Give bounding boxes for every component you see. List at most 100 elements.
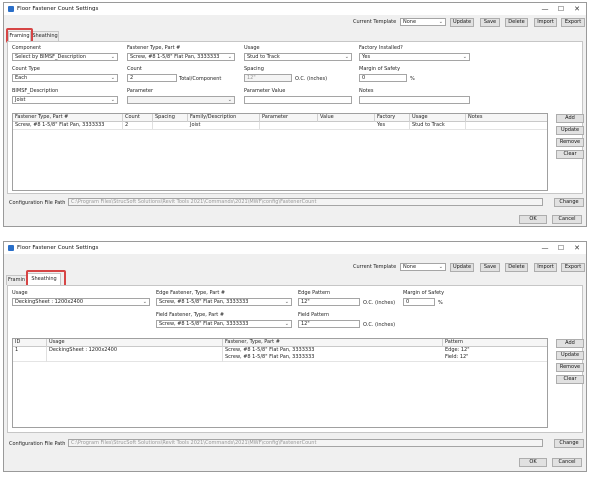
cell-usage: DeckingSheet : 1200x2400 (47, 347, 223, 362)
chevron-down-icon: ⌄ (110, 97, 115, 103)
update-template-button[interactable]: Update (450, 18, 474, 27)
minimize-icon[interactable]: — (538, 243, 552, 253)
field-fastener-value: Screw, #8 1-5/8" Flat Pan, 3333333 (159, 321, 249, 327)
current-template-label: Current Template (353, 19, 397, 25)
minimize-icon[interactable]: — (538, 4, 552, 14)
factory-installed-select[interactable]: Yes ⌄ (359, 53, 470, 61)
chevron-down-icon: ⌄ (438, 264, 443, 270)
template-select[interactable]: None ⌄ (400, 263, 446, 271)
bimsf-description-label: BIMSF_Description (12, 88, 59, 94)
maximize-icon[interactable]: ☐ (554, 4, 568, 14)
col-family-description[interactable]: Family/Description (188, 114, 260, 122)
export-button[interactable]: Export (561, 263, 585, 272)
usage-label: Usage (244, 45, 260, 51)
parameter-label: Parameter (127, 88, 154, 94)
factory-installed-value: Yes (362, 54, 371, 60)
ok-button[interactable]: OK (519, 458, 547, 467)
save-template-button[interactable]: Save (480, 18, 500, 27)
add-row-button[interactable]: Add (556, 114, 584, 123)
import-button[interactable]: Import (534, 263, 557, 272)
export-button[interactable]: Export (561, 18, 585, 27)
sheathing-fastener-grid[interactable]: ID Usage Fastener, Type, Part # Pattern … (12, 338, 548, 428)
cancel-button[interactable]: Cancel (552, 215, 582, 224)
count-type-select[interactable]: Each ⌄ (12, 74, 118, 82)
change-path-button[interactable]: Change (554, 198, 584, 207)
title-bar: Floor Fastener Count Settings — ☐ ✕ (4, 242, 586, 254)
margin-of-safety-input[interactable]: 0 (359, 74, 407, 82)
config-path-input[interactable]: C:\Program Files\StrucSoft Solutions\Rev… (68, 439, 543, 447)
parameter-value-input[interactable] (244, 96, 352, 104)
col-id[interactable]: ID (13, 339, 47, 347)
bimsf-description-value: Joist (15, 97, 26, 103)
ok-button[interactable]: OK (519, 215, 547, 224)
col-value[interactable]: Value (318, 114, 375, 122)
remove-row-button[interactable]: Remove (556, 138, 584, 147)
table-row[interactable]: 1 DeckingSheet : 1200x2400 Screw, #8 1-5… (13, 347, 547, 362)
cancel-button[interactable]: Cancel (552, 458, 582, 467)
bimsf-description-select[interactable]: Joist ⌄ (12, 96, 118, 104)
margin-of-safety-input[interactable]: 0 (403, 298, 435, 306)
field-pattern-input[interactable]: 12" (298, 320, 360, 328)
title-bar: Floor Fastener Count Settings — ☐ ✕ (4, 3, 586, 15)
cell-factory: Yes (375, 122, 410, 129)
col-usage[interactable]: Usage (47, 339, 223, 347)
notes-input[interactable] (359, 96, 470, 104)
count-input[interactable]: 2 (127, 74, 177, 82)
parameter-select[interactable]: ⌄ (127, 96, 235, 104)
tab-framing[interactable]: Framin (6, 275, 27, 285)
component-select[interactable]: Select by BIMSF_Description ⌄ (12, 53, 118, 61)
maximize-icon[interactable]: ☐ (554, 243, 568, 253)
chevron-down-icon: ⌄ (110, 54, 115, 60)
framing-fastener-grid[interactable]: Fastener Type, Part # Count Spacing Fami… (12, 113, 548, 191)
edge-fastener-select[interactable]: Screw, #8 1-5/8" Flat Pan, 3333333 ⌄ (156, 298, 292, 306)
col-pattern[interactable]: Pattern (443, 339, 549, 347)
field-fastener-select[interactable]: Screw, #8 1-5/8" Flat Pan, 3333333 ⌄ (156, 320, 292, 328)
tab-sheathing[interactable]: Sheathing (31, 31, 59, 41)
remove-row-button[interactable]: Remove (556, 363, 584, 372)
config-path-label: Configuration File Path (9, 441, 66, 447)
close-icon[interactable]: ✕ (570, 4, 584, 14)
chevron-down-icon: ⌄ (284, 321, 289, 327)
col-count[interactable]: Count (123, 114, 153, 122)
table-row[interactable]: Screw, #8 1-5/8" Flat Pan, 3333333 2 Joi… (13, 122, 547, 130)
count-suffix: Total/Component (179, 76, 222, 82)
col-parameter[interactable]: Parameter (260, 114, 318, 122)
update-row-button[interactable]: Update (556, 351, 584, 360)
edge-pattern-input[interactable]: 12" (298, 298, 360, 306)
cell-field-pattern: Field: 12" (445, 354, 469, 360)
col-factory[interactable]: Factory (375, 114, 410, 122)
clear-rows-button[interactable]: Clear (556, 375, 584, 384)
cell-edge-pattern: Edge: 12" (445, 347, 470, 353)
usage-select[interactable]: DeckingSheet : 1200x2400 ⌄ (12, 298, 150, 306)
col-spacing[interactable]: Spacing (153, 114, 188, 122)
update-template-button[interactable]: Update (450, 263, 474, 272)
cell-family-description: Joist (188, 122, 260, 129)
clear-rows-button[interactable]: Clear (556, 150, 584, 159)
notes-label: Notes (359, 88, 374, 94)
chevron-down-icon: ⌄ (438, 19, 443, 25)
sheathing-window: Floor Fastener Count Settings — ☐ ✕ Curr… (3, 241, 587, 472)
spacing-input[interactable]: 12" (244, 74, 292, 82)
margin-percent-suffix: % (438, 300, 443, 306)
cell-count: 2 (123, 122, 153, 129)
grid-header: Fastener Type, Part # Count Spacing Fami… (13, 114, 547, 122)
template-value: None (403, 264, 417, 270)
fastener-type-select[interactable]: Screw, #8 1-5/8" Flat Pan, 3333333 ⌄ (127, 53, 235, 61)
col-notes[interactable]: Notes (466, 114, 549, 122)
chevron-down-icon: ⌄ (227, 97, 232, 103)
save-template-button[interactable]: Save (480, 263, 500, 272)
change-path-button[interactable]: Change (554, 439, 584, 448)
add-row-button[interactable]: Add (556, 339, 584, 348)
col-usage[interactable]: Usage (410, 114, 466, 122)
update-row-button[interactable]: Update (556, 126, 584, 135)
usage-select[interactable]: Stud to Track ⌄ (244, 53, 352, 61)
delete-template-button[interactable]: Delete (505, 18, 528, 27)
import-button[interactable]: Import (534, 18, 557, 27)
config-path-input[interactable]: C:\Program Files\StrucSoft Solutions\Rev… (68, 198, 543, 206)
usage-value: Stud to Track (247, 54, 280, 60)
col-fastener-type[interactable]: Fastener, Type, Part # (223, 339, 443, 347)
close-icon[interactable]: ✕ (570, 243, 584, 253)
template-select[interactable]: None ⌄ (400, 18, 446, 26)
delete-template-button[interactable]: Delete (505, 263, 528, 272)
col-fastener-type[interactable]: Fastener Type, Part # (13, 114, 123, 122)
